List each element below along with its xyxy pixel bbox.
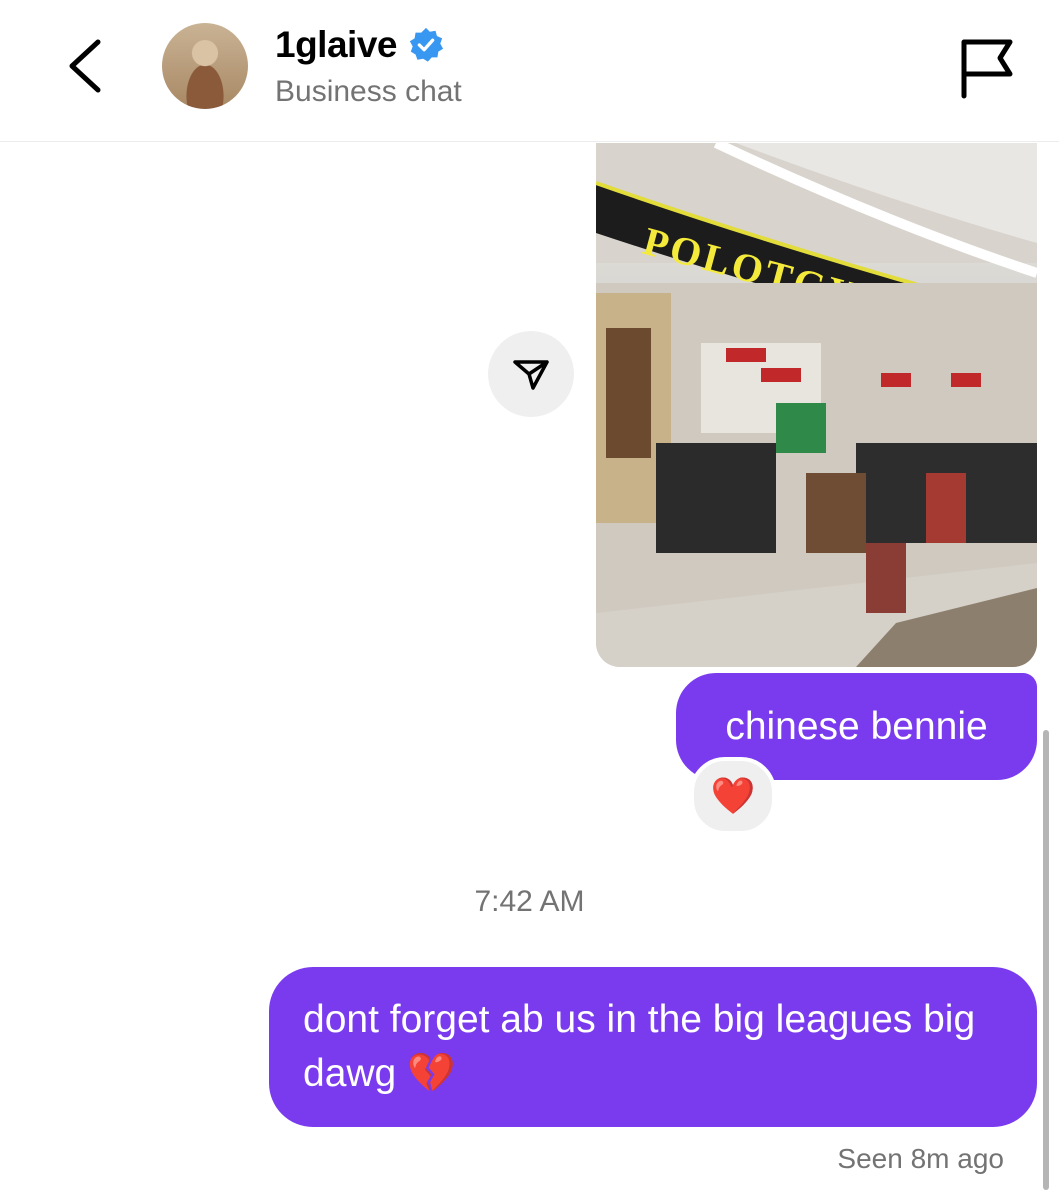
timestamp: 7:42 AM [474, 885, 585, 918]
image-message[interactable]: POLOTGYBPN [596, 143, 1037, 667]
message-text: dont forget ab us in the big leagues big… [303, 998, 976, 1095]
store-photo: POLOTGYBPN [596, 143, 1037, 667]
username: 1glaive [275, 24, 397, 65]
verified-badge-icon [409, 27, 444, 62]
seen-status: Seen 8m ago [837, 1143, 1004, 1174]
scrollbar[interactable] [1043, 730, 1049, 1190]
avatar[interactable] [162, 23, 248, 109]
report-button[interactable] [958, 36, 1016, 100]
share-button[interactable] [488, 331, 574, 417]
chevron-left-icon [69, 39, 101, 93]
heart-icon: ❤️ [710, 775, 756, 816]
back-button[interactable] [62, 36, 110, 96]
message-bubble[interactable]: dont forget ab us in the big leagues big… [269, 967, 1037, 1127]
share-icon [513, 360, 549, 390]
chat-subtitle: Business chat [275, 75, 462, 108]
message-text: chinese bennie [725, 704, 988, 748]
flag-icon [961, 39, 1013, 99]
heart-reaction[interactable]: ❤️ [690, 757, 776, 835]
chat-title[interactable]: 1glaive Business chat [275, 22, 462, 112]
chat-header: 1glaive Business chat [0, 0, 1059, 142]
